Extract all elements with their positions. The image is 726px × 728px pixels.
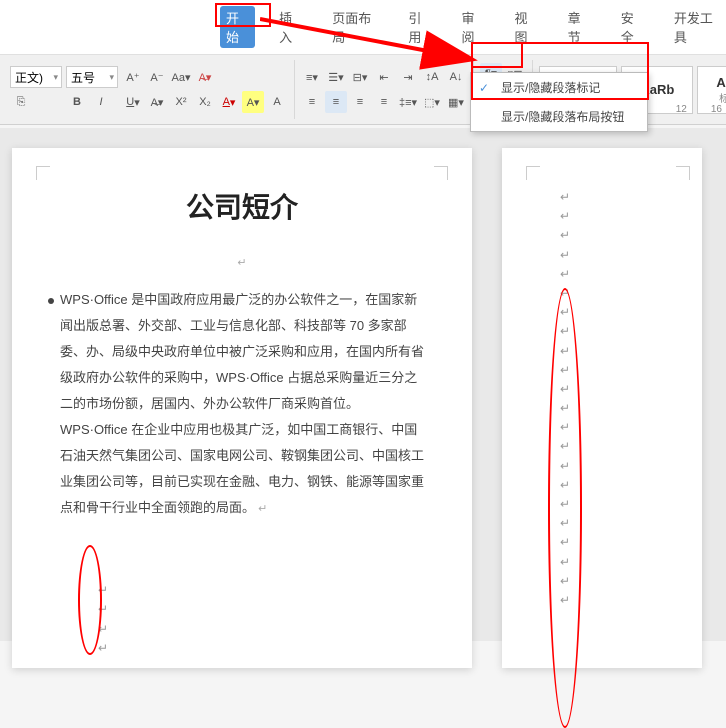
font-name-select[interactable]: 正文)	[10, 66, 62, 88]
bullet-icon	[48, 298, 54, 304]
paragraph-mark-icon: ↵	[560, 437, 570, 456]
page-1[interactable]: 公司短介 ↵ WPS·Office 是中国政府应用最广泛的办公软件之一，在国家新…	[12, 148, 472, 668]
tab-insert[interactable]: 插入	[273, 6, 308, 48]
increase-indent-button[interactable]: ⇥	[397, 66, 419, 88]
paragraph-mark-icon: ↵	[60, 256, 424, 269]
paragraph-mark-icon: ↵	[560, 457, 570, 476]
paragraph-mark-icon: ↵	[560, 188, 570, 207]
paragraph-mark-icon: ↵	[98, 600, 108, 619]
document-area: 公司短介 ↵ WPS·Office 是中国政府应用最广泛的办公软件之一，在国家新…	[0, 128, 726, 641]
margin-corner-icon	[526, 166, 540, 180]
page-2[interactable]: ↵↵↵↵↵↵↵↵↵↵↵↵↵↵↵↵↵↵↵↵↵↵	[502, 148, 702, 668]
dropdown-item-marks-label: 显示/隐藏段落标记	[501, 79, 600, 96]
document-body: WPS·Office 是中国政府应用最广泛的办公软件之一，在国家新闻出版总署、外…	[60, 287, 424, 521]
underline-button[interactable]: U▾	[122, 91, 144, 113]
tab-view[interactable]: 视图	[509, 6, 544, 48]
align-left-button[interactable]: ≡	[301, 91, 323, 113]
paragraph-mark-icon: ↵	[560, 476, 570, 495]
italic-button[interactable]: I	[90, 91, 112, 113]
show-marks-dropdown: ✓ 显示/隐藏段落标记 显示/隐藏段落布局按钮	[470, 72, 648, 132]
paragraph-mark-icon: ↵	[98, 639, 108, 658]
shading-button[interactable]: ⬚▾	[421, 91, 443, 113]
paragraph-mark-icon: ↵	[560, 284, 570, 303]
align-center-button[interactable]: ≡	[325, 91, 347, 113]
margin-corner-icon	[676, 166, 690, 180]
paragraph-marks-col2: ↵↵↵↵↵↵↵↵↵↵↵↵↵↵↵↵↵↵↵↵↵↵	[560, 188, 570, 610]
paragraph-mark-icon: ↵	[560, 303, 570, 322]
dropdown-item-layout-label: 显示/隐藏段落布局按钮	[501, 108, 624, 125]
paragraph-mark-icon: ↵	[560, 553, 570, 572]
highlight-button[interactable]: A▾	[242, 91, 264, 113]
ruler: 12 16	[676, 104, 726, 120]
paragraph-mark-icon: ↵	[560, 533, 570, 552]
paragraph-mark-icon: ↵	[560, 591, 570, 610]
increase-font-button[interactable]: A⁺	[122, 66, 144, 88]
tab-layout[interactable]: 页面布局	[326, 6, 384, 48]
align-right-button[interactable]: ≡	[349, 91, 371, 113]
clear-format-button[interactable]: A̶▾	[194, 66, 216, 88]
line-spacing-button[interactable]: ‡≡▾	[397, 91, 419, 113]
strike-button[interactable]: A̶▾	[146, 91, 168, 113]
style-h2-label: 标题 2	[719, 90, 726, 105]
margin-corner-icon	[36, 166, 50, 180]
paragraph-mark-icon: ↵	[560, 361, 570, 380]
text-direction-button[interactable]: ↕A	[421, 66, 443, 88]
number-list-button[interactable]: ☰▾	[325, 66, 347, 88]
check-icon: ✓	[479, 81, 493, 95]
paragraph-mark-icon: ↵	[560, 226, 570, 245]
tab-developer[interactable]: 开发工具	[668, 6, 726, 48]
paragraph-marks-col1: ↵ ↵ ↵ ↵	[98, 581, 108, 658]
tab-review[interactable]: 审阅	[455, 6, 490, 48]
dropdown-item-marks[interactable]: ✓ 显示/隐藏段落标记	[471, 73, 647, 102]
paragraph-mark-icon: ↵	[560, 418, 570, 437]
paragraph-mark-icon: ↵	[560, 380, 570, 399]
decrease-font-button[interactable]: A⁻	[146, 66, 168, 88]
tab-reference[interactable]: 引用	[402, 6, 437, 48]
multilevel-list-button[interactable]: ⊟▾	[349, 66, 371, 88]
document-body-text: WPS·Office 是中国政府应用最广泛的办公软件之一，在国家新闻出版总署、外…	[60, 292, 424, 515]
style-h2-preview: AaBb	[716, 75, 726, 90]
tab-security[interactable]: 安全	[615, 6, 650, 48]
paragraph-mark-icon: ↵	[560, 265, 570, 284]
change-case-button[interactable]: Aa▾	[170, 66, 192, 88]
paragraph-mark-icon: ↵	[560, 399, 570, 418]
tab-start[interactable]: 开始	[220, 6, 255, 48]
paragraph-mark-icon: ↵	[255, 503, 267, 515]
ruler-16: 16	[711, 104, 722, 120]
align-justify-button[interactable]: ≡	[373, 91, 395, 113]
paragraph-mark-icon: ↵	[560, 572, 570, 591]
paragraph-mark-icon: ↵	[560, 514, 570, 533]
bold-button[interactable]: B	[66, 91, 88, 113]
border-button[interactable]: ▦▾	[445, 91, 467, 113]
margin-corner-icon	[434, 166, 448, 180]
paragraph-mark-icon: ↵	[560, 207, 570, 226]
dropdown-item-layout[interactable]: 显示/隐藏段落布局按钮	[471, 102, 647, 131]
font-size-select[interactable]: 五号	[66, 66, 118, 88]
paragraph-mark-icon: ↵	[560, 495, 570, 514]
superscript-button[interactable]: X²	[170, 91, 192, 113]
char-border-button[interactable]: A	[266, 91, 288, 113]
tab-section[interactable]: 章节	[562, 6, 597, 48]
font-color-button[interactable]: A▾	[218, 91, 240, 113]
paragraph-mark-icon: ↵	[98, 620, 108, 639]
sort-button[interactable]: A↓	[445, 66, 467, 88]
paragraph-mark-icon: ↵	[560, 342, 570, 361]
subscript-button[interactable]: X₂	[194, 91, 216, 113]
copy-button[interactable]: ⎘	[10, 91, 32, 113]
decrease-indent-button[interactable]: ⇤	[373, 66, 395, 88]
paragraph-mark-icon: ↵	[98, 581, 108, 600]
ribbon-tabs: 开始 插入 页面布局 引用 审阅 视图 章节 安全 开发工具	[0, 0, 726, 55]
paragraph-mark-icon: ↵	[560, 322, 570, 341]
paragraph-mark-icon: ↵	[560, 246, 570, 265]
bullet-list-button[interactable]: ≡▾	[301, 66, 323, 88]
document-title: 公司短介	[60, 186, 424, 226]
ruler-12: 12	[676, 104, 687, 120]
